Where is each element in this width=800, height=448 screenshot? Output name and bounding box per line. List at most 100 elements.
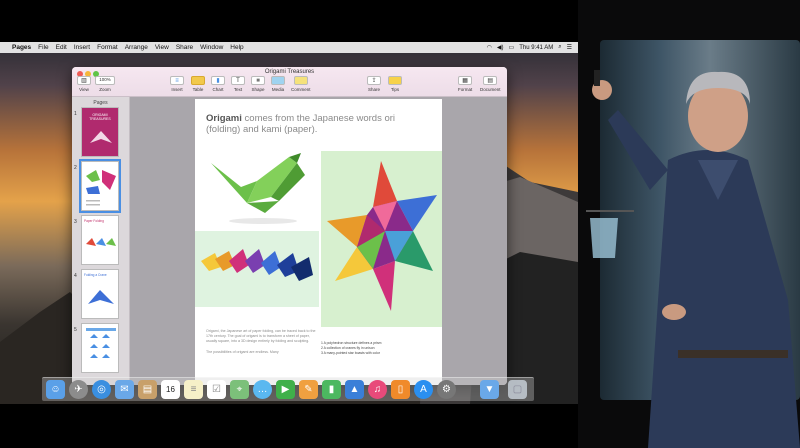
document-page[interactable]: Origami comes from the Japanese words or… <box>195 99 442 385</box>
menu-format[interactable]: Format <box>97 44 118 51</box>
ibooks-icon[interactable]: ▯ <box>391 380 410 399</box>
maps-icon[interactable]: ⌖ <box>230 380 249 399</box>
menu-share[interactable]: Share <box>176 44 193 51</box>
chart-icon: ▮ <box>211 76 225 85</box>
thumbnail-diagram-graphic <box>86 328 116 358</box>
media-button[interactable]: Media <box>271 76 285 92</box>
page-number: 1 <box>74 111 77 117</box>
document-icon: ▤ <box>483 76 498 85</box>
page-thumbnail-5[interactable] <box>81 323 119 373</box>
insert-icon: ≡ <box>170 76 184 85</box>
page-number: 5 <box>74 327 77 333</box>
document-button[interactable]: ▤ Document <box>480 76 501 92</box>
figure-captions[interactable]: 1 A polyhedron structure defines a prism… <box>321 341 431 356</box>
table-icon <box>191 76 205 85</box>
menu-clock[interactable]: Thu 9:41 AM <box>519 45 553 51</box>
media-icon <box>271 76 285 85</box>
text-button[interactable]: T Text <box>231 76 245 92</box>
thumbnail-title: Folding a Crane <box>84 273 107 277</box>
view-icon: ▥ <box>77 76 91 85</box>
launchpad-icon[interactable]: ✈ <box>69 380 88 399</box>
page-thumbnail-2[interactable] <box>79 159 121 213</box>
share-button[interactable]: ⇪ Share <box>367 76 381 92</box>
cranes-row-panel <box>195 231 319 307</box>
shape-icon: ■ <box>251 76 265 85</box>
wifi-icon[interactable]: ◠ <box>487 44 492 51</box>
keynote-icon[interactable]: ▲ <box>345 380 364 399</box>
page-number: 3 <box>74 219 77 225</box>
menu-bar: Pages File Edit Insert Format Arrange Vi… <box>0 42 578 53</box>
page-heading[interactable]: Origami comes from the Japanese words or… <box>206 113 426 135</box>
format-button[interactable]: ▦ Format <box>458 76 472 92</box>
downloads-folder-icon[interactable]: ▼ <box>480 380 499 399</box>
zoom-select[interactable]: 100% <box>95 76 115 85</box>
finder-icon[interactable]: ☺ <box>46 380 65 399</box>
pages-icon[interactable]: ✎ <box>299 380 318 399</box>
origami-star-image <box>327 161 437 311</box>
insert-button[interactable]: ≡ Insert <box>170 76 184 92</box>
thumbnail-origami-graphic <box>86 170 116 206</box>
pages-sidebar: Pages 1 ORIGAMI TREASURES 2 3 Paper Fold… <box>72 97 130 385</box>
spotlight-icon[interactable]: ⌕ <box>558 44 561 51</box>
app-store-icon[interactable]: A <box>414 380 433 399</box>
body-text[interactable]: Origami, the Japanese art of paper foldi… <box>206 329 318 355</box>
comment-button[interactable]: Comment <box>291 76 311 92</box>
numbers-icon[interactable]: ▮ <box>322 380 341 399</box>
page-number: 2 <box>74 165 77 171</box>
thumbnail-title: ORIGAMI TREASURES <box>89 113 111 121</box>
menu-view[interactable]: View <box>155 44 169 51</box>
reminders-icon[interactable]: ☑ <box>207 380 226 399</box>
tips-button[interactable]: Tips <box>388 76 402 92</box>
caption-item: 3 A many-pointed star boasts with color <box>321 351 380 355</box>
mail-icon[interactable]: ✉ <box>115 380 134 399</box>
volume-icon[interactable]: ◀) <box>497 44 504 51</box>
notes-icon[interactable]: ≡ <box>184 380 203 399</box>
table-button[interactable]: Table <box>191 76 205 92</box>
thumbnail-title: Paper Folding <box>84 219 104 223</box>
menu-pages[interactable]: Pages <box>12 44 31 51</box>
comment-icon <box>293 76 308 85</box>
thumbnail-crane-graphic <box>90 131 112 143</box>
cranes-row-image <box>201 249 313 281</box>
safari-icon[interactable]: ◎ <box>92 380 111 399</box>
menu-insert[interactable]: Insert <box>74 44 90 51</box>
keynote-stage: Pages File Edit Insert Format Arrange Vi… <box>0 0 800 448</box>
page-thumbnail-1[interactable]: ORIGAMI TREASURES <box>81 107 119 157</box>
system-preferences-icon[interactable]: ⚙ <box>437 380 456 399</box>
share-icon: ⇪ <box>367 76 381 85</box>
chart-button[interactable]: ▮ Chart <box>211 76 225 92</box>
facetime-icon[interactable]: ▶ <box>276 380 295 399</box>
zoom-control[interactable]: 100% Zoom <box>95 76 115 92</box>
green-crane-image <box>211 153 305 224</box>
menu-window[interactable]: Window <box>200 44 223 51</box>
text-icon: T <box>231 76 245 85</box>
messages-icon[interactable]: … <box>253 380 272 399</box>
presenter-figure <box>586 70 800 448</box>
view-button[interactable]: ▥ View <box>77 76 91 92</box>
battery-icon[interactable]: ▭ <box>509 44 515 51</box>
page-thumbnail-3[interactable]: Paper Folding <box>81 215 119 265</box>
window-toolbar: Origami Treasures ▥ View 100% Zoom ≡ Ins… <box>72 67 507 97</box>
menu-arrange[interactable]: Arrange <box>125 44 148 51</box>
contacts-icon[interactable]: ▤ <box>138 380 157 399</box>
trash-icon[interactable]: ▢ <box>508 380 527 399</box>
projected-mac-screen: Pages File Edit Insert Format Arrange Vi… <box>0 42 578 404</box>
tips-icon <box>388 76 402 85</box>
menu-help[interactable]: Help <box>230 44 243 51</box>
menu-file[interactable]: File <box>38 44 48 51</box>
menu-edit[interactable]: Edit <box>56 44 67 51</box>
pages-window: Origami Treasures ▥ View 100% Zoom ≡ Ins… <box>72 67 507 385</box>
format-icon: ▦ <box>458 76 473 85</box>
page-number: 4 <box>74 273 77 279</box>
sidebar-header: Pages <box>93 100 108 106</box>
page-thumbnail-4[interactable]: Folding a Crane <box>81 269 119 319</box>
origami-star-panel <box>321 151 442 327</box>
thumbnail-crane-graphic <box>88 290 114 304</box>
thumbnail-cranes-graphic <box>86 238 116 246</box>
calendar-icon[interactable]: 16 <box>161 380 180 399</box>
document-canvas[interactable]: Origami comes from the Japanese words or… <box>130 97 507 385</box>
shape-button[interactable]: ■ Shape <box>251 76 265 92</box>
notification-center-icon[interactable]: ☰ <box>567 44 572 51</box>
window-title: Origami Treasures <box>264 69 315 75</box>
itunes-icon[interactable]: ♫ <box>368 380 387 399</box>
